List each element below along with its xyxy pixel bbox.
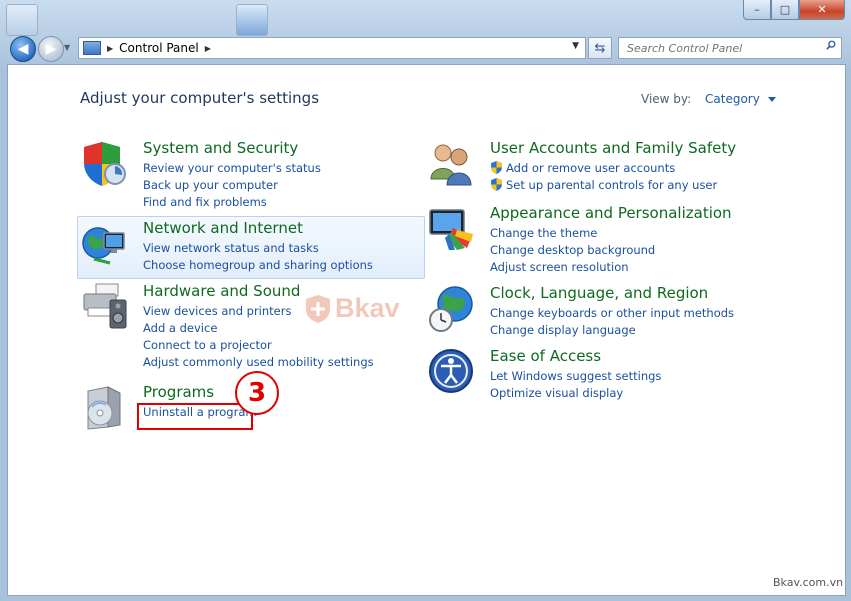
link-connect-projector[interactable]: Connect to a projector <box>143 337 374 354</box>
address-dropdown-icon[interactable]: ▼ <box>572 41 579 51</box>
link-mobility-settings[interactable]: Adjust commonly used mobility settings <box>143 354 374 371</box>
category-title[interactable]: Hardware and Sound <box>143 282 300 300</box>
close-button[interactable]: ✕ <box>799 0 845 20</box>
minimize-button[interactable]: – <box>743 0 771 20</box>
clock-globe-icon[interactable] <box>427 284 477 334</box>
category-title[interactable]: User Accounts and Family Safety <box>490 139 736 157</box>
search-box <box>618 37 842 59</box>
source-credit: Bkav.com.vn <box>773 576 844 589</box>
link-keyboards-input[interactable]: Change keyboards or other input methods <box>490 305 734 322</box>
breadcrumb-separator-icon[interactable]: ▶ <box>205 44 211 53</box>
users-icon[interactable] <box>427 139 477 189</box>
programs-disc-icon[interactable] <box>80 383 130 433</box>
link-text: Add or remove user accounts <box>506 161 676 175</box>
breadcrumb-separator-icon[interactable]: ▶ <box>107 44 113 53</box>
maximize-button[interactable]: □ <box>771 0 799 20</box>
control-panel-icon <box>83 41 101 55</box>
link-screen-resolution[interactable]: Adjust screen resolution <box>490 259 655 276</box>
link-back-up[interactable]: Back up your computer <box>143 177 321 194</box>
link-change-theme[interactable]: Change the theme <box>490 225 655 242</box>
view-by: View by: Category <box>641 92 776 106</box>
link-add-remove-accounts[interactable]: Add or remove user accounts <box>490 160 717 177</box>
highlight-box <box>137 403 253 430</box>
address-bar[interactable]: ▶ Control Panel ▶ ▼ <box>78 37 586 59</box>
link-find-fix[interactable]: Find and fix problems <box>143 194 321 211</box>
search-icon[interactable] <box>826 40 836 50</box>
back-button[interactable]: ◀ <box>10 36 36 62</box>
ease-of-access-icon[interactable] <box>427 347 477 397</box>
recent-pages-dropdown-icon[interactable]: ▼ <box>64 43 70 52</box>
link-view-network-status[interactable]: View network status and tasks <box>143 240 373 257</box>
network-globe-icon[interactable] <box>80 219 130 269</box>
step-number-badge: 3 <box>235 371 279 415</box>
link-review-status[interactable]: Review your computer's status <box>143 160 321 177</box>
window-controls: – □ ✕ <box>743 0 845 20</box>
link-text: Set up parental controls for any user <box>506 178 718 192</box>
forward-button[interactable]: ▶ <box>38 36 64 62</box>
control-panel-window: – □ ✕ ◀ ▶ ▼ ▶ Control Panel ▶ ▼ ⇆ Adjust… <box>0 0 851 601</box>
uac-shield-icon <box>491 161 502 174</box>
bkav-shield-logo-icon <box>306 294 330 323</box>
uac-shield-icon <box>491 178 502 191</box>
link-display-language[interactable]: Change display language <box>490 322 734 339</box>
printer-speaker-icon[interactable] <box>80 282 130 332</box>
link-optimize-display[interactable]: Optimize visual display <box>490 385 661 402</box>
content-pane: Adjust your computer's settings View by:… <box>7 64 846 596</box>
category-title[interactable]: Programs <box>143 383 214 401</box>
category-title[interactable]: Network and Internet <box>143 219 303 237</box>
watermark-text: Bkav <box>335 293 400 323</box>
refresh-button[interactable]: ⇆ <box>588 37 612 59</box>
view-by-dropdown[interactable]: Category <box>705 92 760 106</box>
navigation-bar: ◀ ▶ ▼ ▶ Control Panel ▶ ▼ ⇆ <box>0 30 851 64</box>
category-title[interactable]: Clock, Language, and Region <box>490 284 708 302</box>
page-title: Adjust your computer's settings <box>80 89 320 107</box>
shield-icon[interactable] <box>80 139 130 189</box>
category-title[interactable]: Appearance and Personalization <box>490 204 732 222</box>
arrow-right-icon: ▶ <box>45 41 57 57</box>
category-title[interactable]: System and Security <box>143 139 298 157</box>
bkav-watermark: Bkav <box>305 293 400 324</box>
arrow-left-icon: ◀ <box>17 41 29 57</box>
refresh-icon: ⇆ <box>594 40 606 56</box>
category-title[interactable]: Ease of Access <box>490 347 601 365</box>
breadcrumb-control-panel[interactable]: Control Panel <box>119 41 199 55</box>
monitor-palette-icon[interactable] <box>427 204 477 254</box>
link-windows-suggest[interactable]: Let Windows suggest settings <box>490 368 661 385</box>
taskbar-preview <box>0 0 300 36</box>
view-by-label: View by: <box>641 92 692 106</box>
link-parental-controls[interactable]: Set up parental controls for any user <box>490 177 717 194</box>
search-input[interactable] <box>625 40 819 56</box>
chevron-down-icon[interactable] <box>767 97 776 102</box>
link-desktop-background[interactable]: Change desktop background <box>490 242 655 259</box>
link-homegroup[interactable]: Choose homegroup and sharing options <box>143 257 373 274</box>
